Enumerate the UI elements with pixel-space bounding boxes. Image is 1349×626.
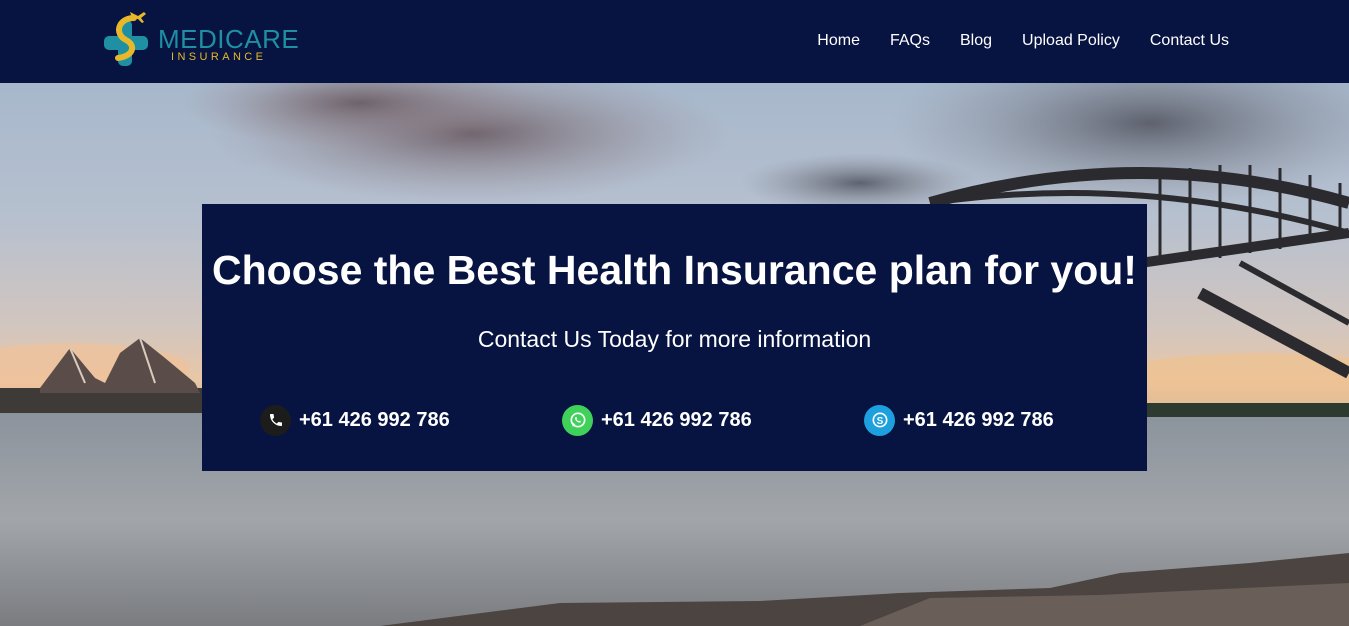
phone-icon (260, 404, 291, 436)
skype-icon: S (864, 404, 895, 436)
contact-phone[interactable]: +61 426 992 786 (260, 404, 450, 436)
main-nav: Home FAQs Blog Upload Policy Contact Us (817, 31, 1229, 51)
hero-title: Choose the Best Health Insurance plan fo… (212, 247, 1137, 293)
contact-skype[interactable]: S +61 426 992 786 (864, 404, 1054, 436)
hero-card: Choose the Best Health Insurance plan fo… (202, 204, 1147, 471)
brand-tagline: INSURANCE (171, 51, 267, 63)
site-header: MEDICARE INSURANCE Home FAQs Blog Upload… (0, 0, 1349, 83)
medicare-cross-icon (104, 12, 148, 66)
svg-text:S: S (876, 416, 883, 427)
brand-logo[interactable]: MEDICARE INSURANCE (104, 8, 299, 70)
nav-upload-policy[interactable]: Upload Policy (1022, 31, 1120, 51)
phone-number: +61 426 992 786 (299, 408, 450, 431)
whatsapp-number: +61 426 992 786 (601, 408, 752, 431)
skype-number: +61 426 992 786 (903, 408, 1054, 431)
contact-whatsapp[interactable]: +61 426 992 786 (562, 404, 752, 436)
nav-faqs[interactable]: FAQs (890, 31, 930, 51)
hero-subtitle: Contact Us Today for more information (477, 326, 872, 352)
whatsapp-icon (562, 404, 593, 436)
nav-home[interactable]: Home (817, 31, 860, 51)
brand-name: MEDICARE (158, 24, 300, 54)
nav-contact-us[interactable]: Contact Us (1150, 31, 1229, 51)
nav-blog[interactable]: Blog (960, 31, 992, 51)
